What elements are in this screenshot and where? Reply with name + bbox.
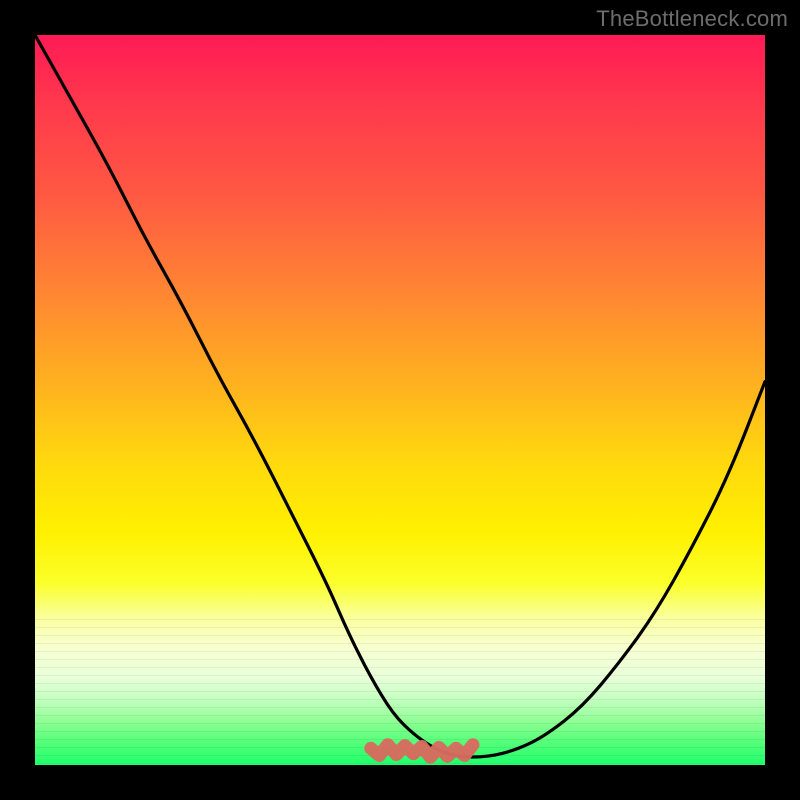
optimal-range-highlight: [371, 745, 473, 758]
curve-layer: [35, 35, 765, 765]
plot-area: [35, 35, 765, 765]
bottleneck-curve: [35, 35, 765, 757]
watermark-text: TheBottleneck.com: [596, 6, 788, 32]
chart-frame: TheBottleneck.com: [0, 0, 800, 800]
